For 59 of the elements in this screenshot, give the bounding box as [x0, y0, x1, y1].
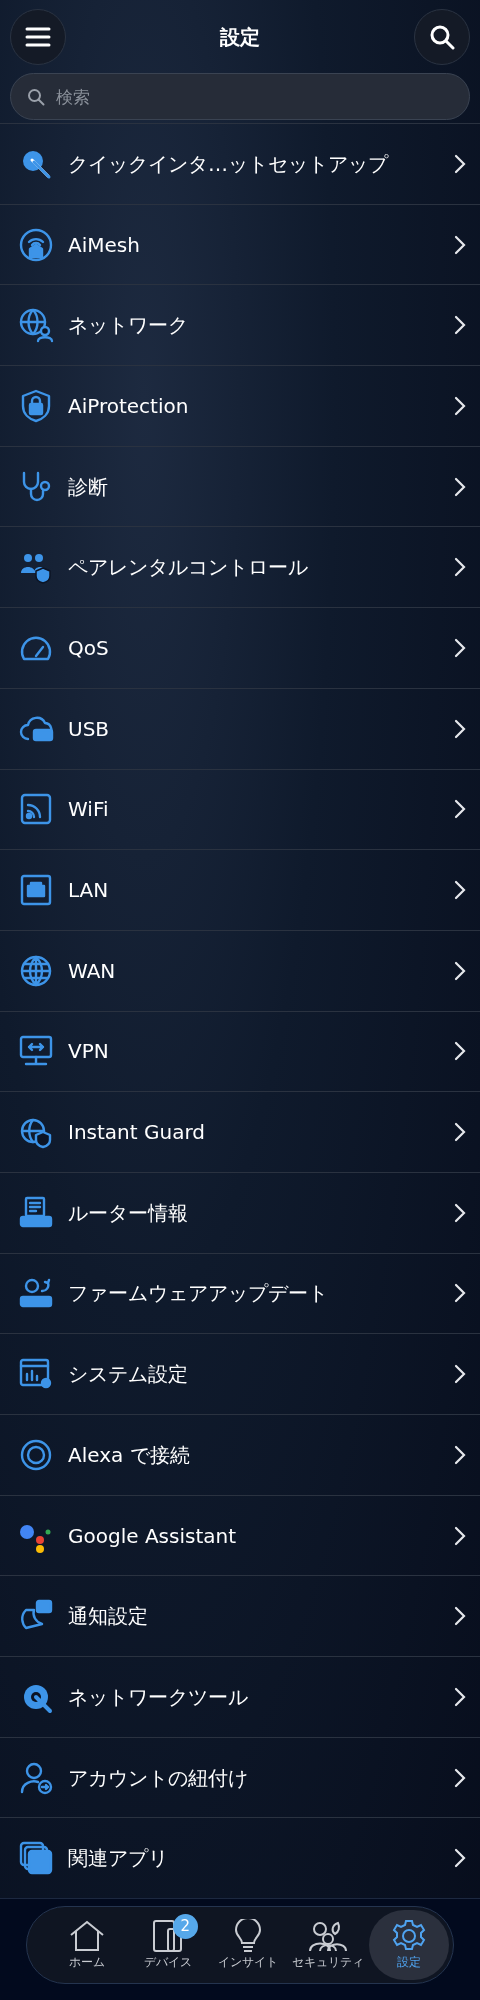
chevron-icon: [454, 315, 466, 336]
settings-item[interactable]: アカウントの紐付け: [0, 1736, 480, 1818]
settings-item[interactable]: ルーター情報: [0, 1171, 480, 1253]
chevron-icon: [454, 799, 466, 820]
settings-item[interactable]: ペアレンタルコントロール: [0, 526, 480, 608]
settings-item[interactable]: WiFi: [0, 768, 480, 850]
chevron-icon: [454, 718, 466, 739]
search-button[interactable]: [414, 9, 470, 65]
settings-item[interactable]: AiMesh: [0, 203, 480, 285]
page-title: 設定: [220, 24, 260, 51]
tab[interactable]: インサイト: [207, 1910, 289, 1980]
settings-item[interactable]: Google Assistant: [0, 1494, 480, 1576]
settings-item[interactable]: WAN: [0, 929, 480, 1011]
settings-item[interactable]: USB: [0, 687, 480, 769]
settings-item[interactable]: ファームウェアアップデート: [0, 1252, 480, 1334]
tab[interactable]: 設定: [368, 1910, 450, 1980]
stacked-apps-icon: [18, 1840, 54, 1877]
chevron-icon: [454, 880, 466, 901]
settings-item[interactable]: 診断: [0, 445, 480, 527]
settings-item[interactable]: QoS: [0, 607, 480, 688]
chevron-icon: [454, 1606, 466, 1627]
search-field[interactable]: 検索: [10, 73, 470, 120]
chevron-icon: [454, 234, 466, 255]
chevron-icon: [454, 1686, 466, 1707]
menu-button[interactable]: [10, 9, 66, 65]
chevron-icon: [454, 1041, 466, 1062]
settings-item[interactable]: システム設定: [0, 1333, 480, 1414]
chevron-icon: [454, 153, 466, 174]
globe-user-icon: [18, 307, 54, 344]
settings-item[interactable]: AiProtection: [0, 365, 480, 446]
settings-item[interactable]: ネットワークツール: [0, 1656, 480, 1737]
chevron-icon: [454, 1122, 466, 1143]
chevron-icon: [454, 1283, 466, 1304]
settings-item[interactable]: Alexa で接続: [0, 1414, 480, 1495]
chevron-icon: [454, 960, 466, 981]
chevron-icon: [454, 1364, 466, 1385]
count-badge: 2: [172, 1914, 198, 1939]
chevron-icon: [454, 1202, 466, 1223]
tab[interactable]: ホーム: [47, 1910, 128, 1980]
chevron-icon: [454, 476, 466, 497]
settings-item[interactable]: VPN: [0, 1010, 480, 1092]
chevron-icon: [454, 1444, 466, 1465]
settings-item[interactable]: LAN: [0, 849, 480, 930]
people-icon: [308, 1919, 349, 1953]
chevron-icon: [454, 1848, 466, 1869]
chevron-icon: [454, 637, 466, 658]
tab[interactable]: セキュリティ: [288, 1910, 369, 1980]
settings-item[interactable]: 通知設定: [0, 1575, 480, 1657]
settings-item[interactable]: Instant Guard: [0, 1091, 480, 1172]
chevron-icon: [454, 1525, 466, 1546]
settings-item[interactable]: クイックインタ…ットセットアップ: [0, 123, 480, 204]
settings-item[interactable]: ネットワーク: [0, 284, 480, 366]
tab[interactable]: デバイス 2: [127, 1910, 208, 1980]
menu-icon: [25, 26, 51, 48]
search-icon: [27, 88, 45, 106]
chevron-icon: [454, 395, 466, 416]
search-icon: [429, 24, 455, 50]
chevron-icon: [454, 557, 466, 578]
chevron-icon: [454, 1767, 466, 1788]
